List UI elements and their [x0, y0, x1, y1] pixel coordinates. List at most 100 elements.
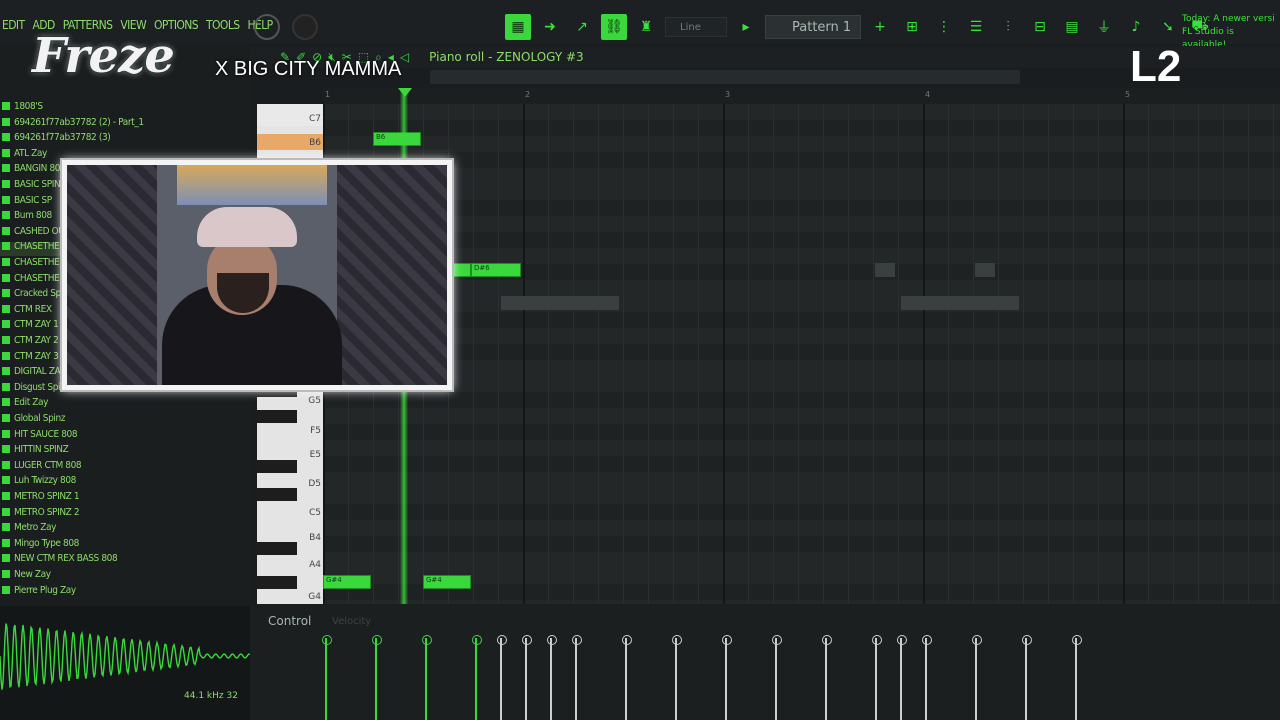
key-label-d5: D5: [308, 479, 321, 489]
channel-rack-icon[interactable]: ⋮: [931, 14, 957, 40]
folder-icon: [2, 523, 10, 532]
velocity-stem[interactable]: [897, 635, 907, 720]
sliders-icon[interactable]: ⫶: [995, 14, 1021, 40]
velocity-stem[interactable]: [1022, 635, 1032, 720]
velocity-stem[interactable]: [722, 635, 732, 720]
browser-item[interactable]: HIT SAUCE 808: [0, 429, 245, 444]
velocity-stem[interactable]: [972, 635, 982, 720]
velocity-stem[interactable]: [422, 635, 432, 720]
browser-item-label: CTM REX: [14, 303, 52, 315]
velocity-stem[interactable]: [622, 635, 632, 720]
file-icon[interactable]: ▤: [1059, 14, 1085, 40]
folder-icon: [2, 492, 10, 500]
browser-item-label: NEW CTM REX BASS 808: [14, 553, 118, 565]
menu-tools[interactable]: TOOLS: [204, 18, 241, 32]
browser-item-label: Pierre Plug Zay: [14, 584, 76, 596]
browser-item-label: DIGITAL ZA: [14, 366, 61, 378]
note[interactable]: G#4: [323, 575, 371, 589]
velocity-stem[interactable]: [472, 635, 482, 720]
note[interactable]: G#4: [423, 575, 471, 589]
browser-item[interactable]: Pierre Plug Zay: [0, 585, 245, 600]
browser-item-label: CHASETHE: [14, 241, 60, 253]
browser-item-label: Mingo Type 808: [14, 537, 79, 549]
browser-item-label: New Zay: [14, 569, 51, 580]
browser-item[interactable]: Metro Zay: [0, 522, 245, 537]
velocity-stem[interactable]: [672, 635, 682, 720]
arrow-right-icon[interactable]: ➜: [537, 14, 563, 40]
export-icon[interactable]: ➘: [1155, 14, 1181, 40]
browser-item-label: CHASETHE: [14, 272, 60, 284]
key-label-f5: F5: [310, 426, 321, 436]
browser-item[interactable]: New Zay: [0, 569, 245, 584]
browser-item-label: LUGER CTM 808: [14, 459, 82, 471]
add-pattern-icon[interactable]: +: [867, 14, 893, 40]
tempo-icon[interactable]: ♪: [1123, 14, 1149, 40]
playhead-marker-icon[interactable]: [398, 88, 412, 97]
velocity-stem[interactable]: [922, 635, 932, 720]
browser-item[interactable]: LUGER CTM 808: [0, 460, 245, 475]
velocity-stem[interactable]: [772, 635, 782, 720]
browser-item[interactable]: Mingo Type 808: [0, 538, 245, 553]
webcam-overlay: [62, 160, 452, 390]
folder-icon: [2, 414, 10, 422]
velocity-stem[interactable]: [547, 635, 557, 720]
note-grid[interactable]: B6 D#6 G#4 G#4: [323, 104, 1280, 604]
folder-icon: [2, 538, 10, 547]
folder-icon: [2, 211, 10, 220]
plugin-icon[interactable]: ⏚: [1091, 14, 1117, 40]
stamp-icon[interactable]: ♜: [633, 14, 659, 40]
note[interactable]: D#6: [471, 263, 521, 277]
play-small-icon[interactable]: ▸: [733, 14, 759, 40]
draw-icon[interactable]: ↗: [569, 14, 595, 40]
browser-item[interactable]: 694261f77ab37782 (3): [0, 132, 245, 147]
piano-roll-toolbar: ✎ ✐ ⊘ 🔇︎ ✂ ⬚ ⌕ ◂ ◁ Piano roll - ZENOLOGY…: [250, 46, 1280, 68]
menubar: EDIT ADD PATTERNS VIEW OPTIONS TOOLS HEL…: [0, 0, 1280, 50]
folder-icon: [2, 226, 10, 235]
velocity-stem[interactable]: [372, 635, 382, 720]
browser-item[interactable]: Edit Zay: [0, 397, 245, 412]
folder-icon: [2, 242, 10, 251]
browser-item[interactable]: METRO SPINZ 2: [0, 507, 245, 522]
browser-item[interactable]: HITTIN SPINZ: [0, 444, 245, 459]
playlist-icon[interactable]: ⊞: [899, 14, 925, 40]
link-icon[interactable]: ⛓: [601, 14, 627, 40]
velocity-stem[interactable]: [822, 635, 832, 720]
snap-select[interactable]: Line: [665, 17, 727, 37]
folder-icon: [2, 351, 10, 360]
waveform-preview[interactable]: [0, 606, 251, 720]
browser-item-label: 694261f77ab37782 (2) - Part_1: [14, 116, 144, 128]
mixer-icon[interactable]: ☰: [963, 14, 989, 40]
piano-roll-title: Piano roll - ZENOLOGY #3: [429, 50, 584, 64]
browser-item[interactable]: Luh Twizzy 808: [0, 475, 245, 490]
horizontal-scrollbar[interactable]: [430, 70, 1020, 84]
control-dropdown[interactable]: Control: [268, 614, 311, 628]
ghost-note: [875, 263, 895, 277]
folder-icon: [2, 429, 10, 438]
browser-icon[interactable]: ⊟: [1027, 14, 1053, 40]
corner-label: L2: [1130, 42, 1182, 91]
key-label-e5: E5: [309, 450, 321, 460]
piano-roll-icon[interactable]: ▦: [505, 14, 531, 40]
folder-icon: [2, 102, 10, 110]
velocity-stem[interactable]: [872, 635, 882, 720]
note[interactable]: B6: [373, 132, 421, 146]
master-volume-knob[interactable]: [292, 14, 318, 40]
velocity-stem[interactable]: [522, 635, 532, 720]
menu-edit[interactable]: EDIT: [0, 18, 27, 32]
folder-icon: [2, 195, 10, 204]
browser-item[interactable]: NEW CTM REX BASS 808: [0, 553, 245, 568]
velocity-stem[interactable]: [572, 635, 582, 720]
pattern-selector[interactable]: Pattern 1: [765, 15, 861, 39]
velocity-stem[interactable]: [497, 635, 507, 720]
key-label-c7: C7: [308, 114, 321, 124]
ruler-bar-2: 2: [525, 90, 531, 99]
browser-item[interactable]: METRO SPINZ 1: [0, 491, 245, 506]
browser-item[interactable]: Global Spinz: [0, 413, 245, 428]
browser-item-label: Metro Zay: [14, 522, 57, 534]
browser-item-label: METRO SPINZ 2: [14, 506, 80, 518]
velocity-stem[interactable]: [322, 635, 332, 720]
browser-item[interactable]: 1808'S: [0, 101, 245, 116]
velocity-stem[interactable]: [1072, 635, 1082, 720]
ruler-bar-1: 1: [325, 90, 331, 99]
browser-item[interactable]: 694261f77ab37782 (2) - Part_1: [0, 117, 245, 132]
